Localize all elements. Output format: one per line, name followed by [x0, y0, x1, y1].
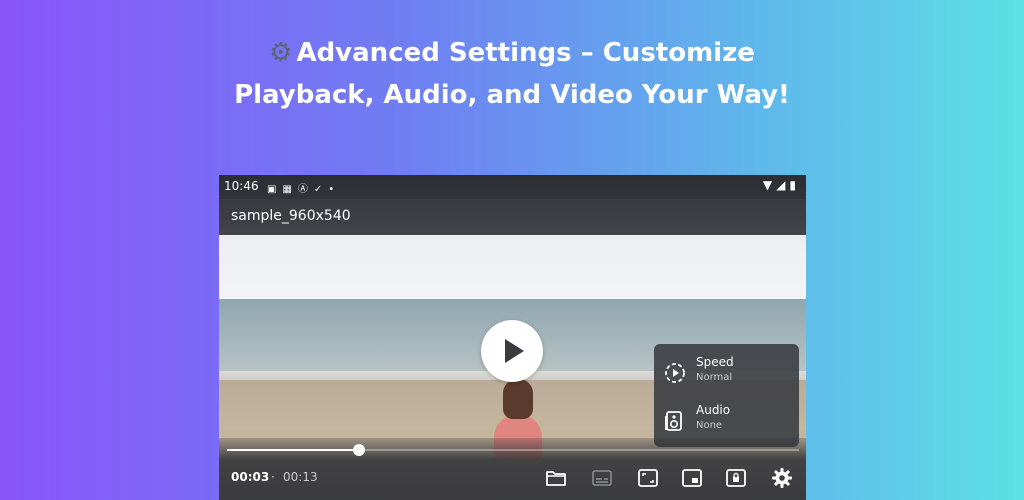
play-button[interactable] [481, 320, 543, 382]
folder-icon [546, 471, 566, 486]
status-bar: 10:46 ▣▦Ⓐ✓• ▼◢▮ [219, 175, 806, 199]
a-badge-icon: Ⓐ [297, 184, 314, 195]
open-folder-button[interactable] [545, 467, 567, 489]
menu-item-audio-label: Audio [696, 403, 731, 417]
aspect-ratio-button[interactable] [637, 467, 659, 489]
video-frame-horizon [219, 235, 806, 301]
time-separator: · [271, 470, 275, 484]
promo-headline: ⚙ Advanced Settings – Customize Playback,… [0, 32, 1024, 116]
image-icon: ▣ [267, 184, 283, 195]
lock-icon [726, 469, 746, 487]
seek-bar-fill [227, 449, 359, 451]
gear-icon: ⚙ [269, 38, 293, 68]
audio-icon [665, 411, 682, 431]
seek-bar-thumb[interactable] [352, 444, 365, 456]
settings-menu: Speed Normal Audio None [654, 344, 799, 447]
settings-gear-icon [772, 468, 792, 488]
settings-button[interactable] [771, 467, 793, 489]
video-player-screen: 10:46 ▣▦Ⓐ✓• ▼◢▮ sample_960x540 Speed Nor… [219, 175, 806, 500]
headline-line-1: Advanced Settings – Customize [296, 38, 755, 68]
signal-icon: ◢ [776, 178, 790, 192]
current-time: 00:03 [231, 470, 270, 484]
status-time: 10:46 [224, 179, 259, 193]
status-system-icons: ▼◢▮ [763, 178, 800, 192]
qr-icon: ▦ [282, 184, 298, 195]
video-title: sample_960x540 [231, 208, 351, 224]
menu-item-speed-label: Speed [696, 355, 734, 369]
lock-screen-button[interactable] [725, 467, 747, 489]
seek-bar[interactable] [227, 444, 799, 456]
subtitles-icon [592, 470, 612, 486]
wifi-icon: ▼ [762, 178, 777, 192]
picture-in-picture-icon [682, 469, 702, 487]
speed-icon [665, 363, 685, 383]
player-control-bar: 00:03 · 00:13 [219, 438, 806, 500]
picture-in-picture-button[interactable] [681, 467, 703, 489]
headline-line-2: Playback, Audio, and Video Your Way! [234, 80, 790, 110]
total-time: 00:13 [283, 470, 318, 484]
play-icon [505, 339, 524, 363]
dot-icon: • [328, 184, 341, 195]
check-icon: ✓ [313, 184, 329, 195]
menu-item-speed-value: Normal [696, 372, 733, 383]
menu-item-speed[interactable]: Speed Normal [654, 350, 799, 398]
menu-item-audio-value: None [696, 420, 723, 431]
battery-icon: ▮ [789, 178, 800, 192]
video-frame-person-hair [503, 379, 533, 419]
aspect-ratio-icon [638, 469, 658, 487]
status-notification-icons: ▣▦Ⓐ✓• [267, 180, 340, 195]
player-title-bar: sample_960x540 [219, 199, 806, 235]
subtitles-button[interactable] [591, 467, 613, 489]
